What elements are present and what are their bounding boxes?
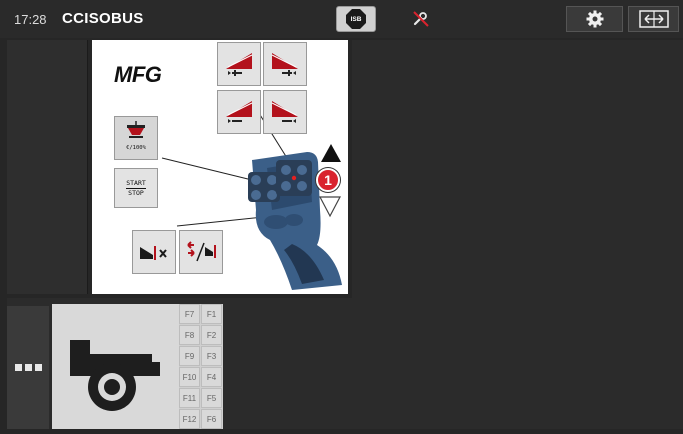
increase-left-button[interactable]	[217, 42, 261, 86]
menu-dot-icon	[34, 364, 42, 371]
isb-button[interactable]: ISB	[336, 6, 376, 32]
top-bar: 17:28 CCISOBUS ISB	[0, 0, 683, 38]
menu-dot-icon	[24, 364, 32, 371]
clock-time: 17:28	[14, 12, 47, 27]
spreader-rate-icon	[127, 121, 145, 138]
arrow-down-icon	[319, 196, 341, 218]
function-key-f2[interactable]: F2	[201, 325, 222, 345]
decrease-right-button[interactable]	[263, 90, 307, 134]
function-key-grid: F7 F1 F8 F2 F9 F3 F10 F4 F11 F5 F12 F6	[179, 304, 223, 429]
more-menu-button[interactable]	[7, 306, 49, 429]
spreader-trailer-icon	[70, 340, 160, 411]
swap-screen-icon	[638, 10, 669, 28]
switch-view-button[interactable]	[628, 6, 679, 32]
start-stop-button[interactable]: START STOP	[114, 168, 158, 208]
isb-icon: ISB	[346, 9, 366, 29]
function-key-f5[interactable]: F5	[201, 388, 222, 408]
decrease-left-icon	[226, 101, 253, 123]
function-key-f10[interactable]: F10	[179, 367, 200, 387]
increase-right-icon	[271, 53, 298, 76]
rate-percent-button[interactable]: €/100%	[114, 116, 158, 160]
machine-overview	[52, 304, 179, 429]
tool-disconnected-icon	[412, 10, 430, 33]
percent-label: €/100%	[126, 145, 146, 151]
arrow-up-icon	[321, 144, 341, 162]
function-key-f3[interactable]: F3	[201, 346, 222, 366]
decrease-left-button[interactable]	[217, 90, 261, 134]
side-switch-button[interactable]	[179, 230, 223, 274]
increase-right-button[interactable]	[263, 42, 307, 86]
side-switch-icon	[187, 241, 216, 262]
joystick-assignment-view: MFG €/100% START STOP 1	[92, 40, 348, 294]
function-key-f1[interactable]: F1	[201, 304, 222, 324]
function-key-f11[interactable]: F11	[179, 388, 200, 408]
increase-left-icon	[226, 53, 253, 76]
isb-label: ISB	[350, 15, 362, 23]
function-key-f7[interactable]: F7	[179, 304, 200, 324]
start-label: START	[126, 178, 146, 189]
decrease-right-icon	[271, 101, 298, 123]
boundary-spreading-icon	[140, 246, 167, 260]
level-badge-number: 1	[324, 172, 332, 188]
left-softkey-column	[7, 40, 88, 294]
settings-button[interactable]	[566, 6, 623, 32]
function-key-f6[interactable]: F6	[201, 409, 222, 429]
gear-icon	[586, 10, 603, 28]
function-key-f9[interactable]: F9	[179, 346, 200, 366]
stop-label: STOP	[128, 188, 144, 197]
brand-logo: CCISOBUS	[62, 10, 144, 27]
boundary-spreading-button[interactable]	[132, 230, 176, 274]
function-key-f4[interactable]: F4	[201, 367, 222, 387]
level-badge: 1	[316, 168, 340, 192]
function-key-f12[interactable]: F12	[179, 409, 200, 429]
function-key-f8[interactable]: F8	[179, 325, 200, 345]
menu-dot-icon	[14, 364, 22, 371]
